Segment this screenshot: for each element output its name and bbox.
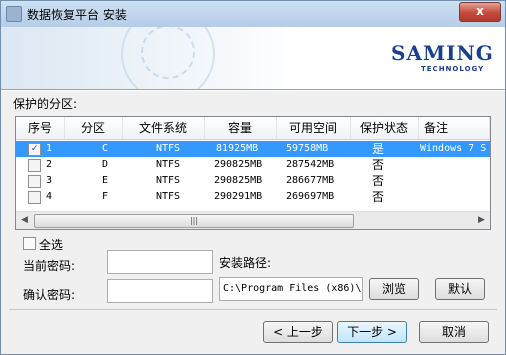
- column-header-partition[interactable]: 分区: [64, 117, 123, 139]
- protected-partitions-label: 保护的分区:: [13, 97, 78, 111]
- cell-filesystem: NTFS: [156, 143, 181, 154]
- row-checkbox[interactable]: [28, 159, 41, 172]
- cell-partition: E: [102, 175, 109, 186]
- decorative-ring-inner: [141, 27, 195, 79]
- cell-protection-status: 是: [372, 142, 385, 156]
- select-all-label: 全选: [39, 238, 64, 252]
- column-header-protection-status[interactable]: 保护状态: [350, 117, 419, 139]
- cell-index: 3: [46, 175, 53, 186]
- row-checkbox[interactable]: ✓: [28, 143, 41, 156]
- cell-free-space: 287542MB: [286, 159, 335, 170]
- select-all-checkbox[interactable]: [23, 237, 36, 250]
- footer-divider: [9, 309, 497, 310]
- row-checkbox[interactable]: [28, 175, 41, 188]
- cell-capacity: 290825MB: [214, 159, 263, 170]
- partition-list[interactable]: 序号 分区 文件系统 容量 可用空间 保护状态 备注 ✓ 1 C NTFS 81…: [15, 116, 491, 230]
- window-title: 数据恢复平台 安装: [27, 8, 127, 22]
- horizontal-scrollbar[interactable]: ◀ ||| ▶: [16, 211, 490, 229]
- table-row[interactable]: 3 E NTFS 290825MB 286677MB 否: [16, 173, 490, 189]
- next-button[interactable]: 下一步 >: [337, 321, 407, 343]
- column-header-free-space[interactable]: 可用空间: [276, 117, 351, 139]
- cell-capacity: 290825MB: [214, 175, 263, 186]
- header-banner: SAMING TECHNOLOGY: [1, 27, 505, 89]
- table-row[interactable]: ✓ 1 C NTFS 81925MB 59758MB 是 Windows 7 S: [16, 141, 490, 157]
- cell-partition: F: [102, 191, 109, 202]
- cell-index: 2: [46, 159, 53, 170]
- cancel-button[interactable]: 取消: [419, 321, 489, 343]
- cell-note: [420, 189, 490, 205]
- back-button[interactable]: < 上一步: [263, 321, 333, 343]
- cell-protection-status: 否: [372, 174, 385, 188]
- cell-protection-status: 否: [372, 190, 385, 204]
- scroll-right-arrow-icon[interactable]: ▶: [475, 214, 488, 227]
- cell-index: 1: [46, 143, 53, 154]
- table-row[interactable]: 4 F NTFS 290291MB 269697MB 否: [16, 189, 490, 205]
- cell-note: Windows 7 S: [420, 143, 487, 154]
- install-path-input[interactable]: C:\Program Files (x86)\: [219, 277, 363, 301]
- cell-free-space: 59758MB: [286, 143, 329, 154]
- cell-note: [420, 173, 490, 189]
- cell-partition: D: [102, 159, 109, 170]
- cell-filesystem: NTFS: [156, 175, 181, 186]
- table-row[interactable]: 2 D NTFS 290825MB 287542MB 否: [16, 157, 490, 173]
- cell-note: [420, 157, 490, 173]
- cell-free-space: 286677MB: [286, 175, 335, 186]
- cell-index: 4: [46, 191, 53, 202]
- cell-capacity: 81925MB: [216, 143, 259, 154]
- column-header-filesystem[interactable]: 文件系统: [122, 117, 205, 139]
- current-password-label: 当前密码:: [23, 259, 76, 273]
- scrollbar-thumb[interactable]: |||: [34, 214, 354, 228]
- title-bar[interactable]: 数据恢复平台 安装 x: [1, 1, 505, 27]
- cell-free-space: 269697MB: [286, 191, 335, 202]
- company-logo: SAMING TECHNOLOGY: [391, 41, 494, 77]
- header-divider: [1, 89, 505, 91]
- column-header-capacity[interactable]: 容量: [204, 117, 277, 139]
- cell-partition: C: [102, 143, 109, 154]
- confirm-password-input[interactable]: [107, 279, 213, 303]
- cell-protection-status: 否: [372, 158, 385, 172]
- row-checkbox[interactable]: [28, 191, 41, 204]
- current-password-input[interactable]: [107, 250, 213, 274]
- app-icon: [6, 6, 22, 22]
- confirm-password-label: 确认密码:: [23, 288, 76, 302]
- logo-main-text: SAMING: [391, 41, 494, 65]
- column-header-note[interactable]: 备注: [418, 117, 490, 139]
- cell-filesystem: NTFS: [156, 159, 181, 170]
- installer-window: 数据恢复平台 安装 x SAMING TECHNOLOGY 保护的分区: 序号 …: [0, 0, 506, 355]
- logo-sub-text: TECHNOLOGY: [421, 65, 485, 73]
- close-button[interactable]: x: [459, 2, 501, 22]
- cell-filesystem: NTFS: [156, 191, 181, 202]
- browse-button[interactable]: 浏览: [369, 278, 419, 300]
- cell-capacity: 290291MB: [214, 191, 263, 202]
- default-button[interactable]: 默认: [435, 278, 485, 300]
- column-header-index[interactable]: 序号: [16, 117, 65, 139]
- scroll-left-arrow-icon[interactable]: ◀: [18, 214, 31, 227]
- partition-list-header: 序号 分区 文件系统 容量 可用空间 保护状态 备注: [16, 117, 490, 140]
- install-path-label: 安装路径:: [219, 256, 272, 270]
